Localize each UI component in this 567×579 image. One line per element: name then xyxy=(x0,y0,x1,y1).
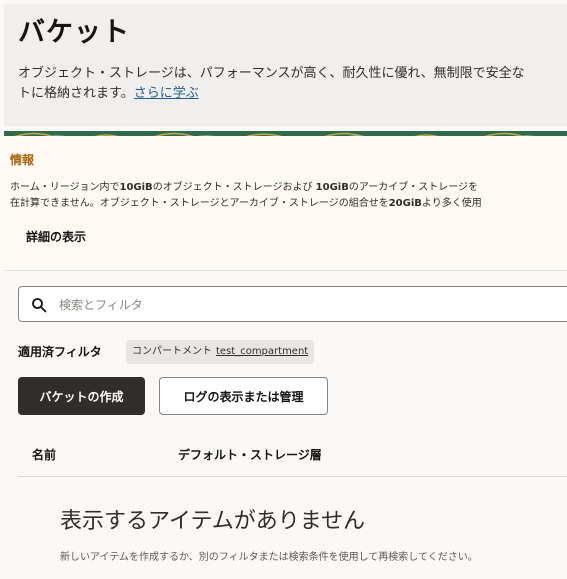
info-line-1-value-1: 10GiB xyxy=(119,182,153,193)
info-line-2-post: より多く使用 xyxy=(421,198,482,209)
column-header-name[interactable]: 名前 xyxy=(32,446,56,463)
show-details-button[interactable]: 詳細の表示 xyxy=(26,228,86,245)
info-title: 情報 xyxy=(10,153,35,167)
info-alert: 情報 ホーム・リージョン内で10GiBのオブジェクト・ストレージおよび 10Gi… xyxy=(4,136,567,271)
filter-chip-value[interactable]: test_compartment xyxy=(216,346,308,357)
description-line-2-text: トに格納されます。 xyxy=(18,86,134,101)
info-line-1-post: のアーカイブ・ストレージを xyxy=(348,182,479,193)
page-description: オブジェクト・ストレージは、パフォーマンスが高く、耐久性に優れ、無制限で安全な … xyxy=(18,64,563,104)
learn-more-link[interactable]: さらに学ぶ xyxy=(134,86,199,101)
info-line-1-mid: のオブジェクト・ストレージおよび xyxy=(152,182,316,193)
page-title: バケット xyxy=(18,17,130,48)
decorative-banner xyxy=(4,126,567,136)
info-line-2-value: 20GiB xyxy=(388,198,422,209)
filter-chip-compartment[interactable]: コンパートメント test_compartment xyxy=(126,340,315,364)
description-line-1: オブジェクト・ストレージは、パフォーマンスが高く、耐久性に優れ、無制限で安全な xyxy=(18,66,525,81)
filter-chip-key: コンパートメント xyxy=(132,346,212,357)
bucket-page: バケット オブジェクト・ストレージは、パフォーマンスが高く、耐久性に優れ、無制限… xyxy=(0,0,567,579)
search-input[interactable] xyxy=(57,287,561,323)
table-divider xyxy=(18,476,567,477)
empty-state-description: 新しいアイテムを作成するか、別のフィルタまたは検索条件を使用して再検索してくださ… xyxy=(60,552,478,563)
create-bucket-button[interactable]: バケットの作成 xyxy=(18,377,145,415)
info-line-1-pre: ホーム・リージョン内で xyxy=(10,182,120,193)
search-icon xyxy=(32,298,47,313)
search-bar[interactable] xyxy=(18,286,567,323)
info-message: ホーム・リージョン内で10GiBのオブジェクト・ストレージおよび 10GiBのア… xyxy=(10,180,567,212)
info-line-2: 在計算できません。オブジェクト・ストレージとアーカイブ・ストレージの組合せを20… xyxy=(10,196,567,212)
page-header: バケット オブジェクト・ストレージは、パフォーマンスが高く、耐久性に優れ、無制限… xyxy=(4,4,567,126)
column-header-storage-tier[interactable]: デフォルト・ストレージ層 xyxy=(178,446,322,463)
view-logs-button[interactable]: ログの表示または管理 xyxy=(159,377,328,415)
info-line-2-pre: 在計算できません。オブジェクト・ストレージとアーカイブ・ストレージの組合せを xyxy=(10,198,389,209)
empty-state-title: 表示するアイテムがありません xyxy=(60,509,366,534)
description-line-2: トに格納されます。さらに学ぶ xyxy=(18,84,563,104)
applied-filters-label: 適用済フィルタ xyxy=(18,345,102,359)
info-line-1: ホーム・リージョン内で10GiBのオブジェクト・ストレージおよび 10GiBのア… xyxy=(10,180,567,196)
info-line-1-value-2: 10GiB xyxy=(315,182,349,193)
